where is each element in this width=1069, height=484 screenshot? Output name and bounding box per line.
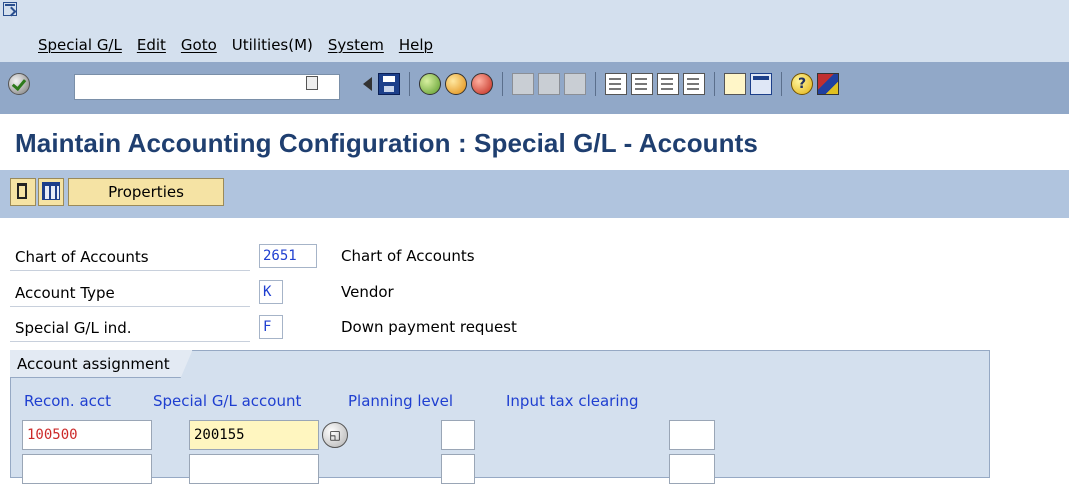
help-icon[interactable]: ? — [791, 73, 813, 95]
command-history-icon[interactable] — [306, 76, 318, 90]
previous-page-icon[interactable] — [631, 73, 653, 95]
find-next-icon[interactable] — [564, 73, 586, 95]
account-type-field[interactable]: K — [259, 280, 283, 304]
command-field-toggle-icon[interactable] — [363, 77, 372, 91]
system-menu-icon[interactable] — [3, 2, 17, 16]
menu-help[interactable]: Help — [399, 36, 433, 54]
chart-of-accounts-label: Chart of Accounts — [10, 243, 250, 271]
save-icon[interactable] — [378, 73, 400, 95]
chart-of-accounts-field[interactable]: 2651 — [259, 244, 317, 268]
menu-utilities[interactable]: Utilities(M) — [232, 36, 313, 54]
special-gl-account-field[interactable]: 200155 — [189, 420, 319, 450]
special-gl-account-field[interactable] — [189, 454, 319, 484]
toolbar-separator — [409, 72, 410, 96]
toolbar-separator — [714, 72, 715, 96]
column-planning-level: Planning level — [348, 392, 454, 410]
account-type-description: Vendor — [341, 283, 394, 301]
menu-bar: Special G/L Edit Goto Utilities(M) Syste… — [0, 0, 1069, 62]
application-toolbar: Properties — [0, 170, 1069, 218]
customize-layout-icon[interactable] — [817, 73, 839, 95]
page-title: Maintain Accounting Configuration : Spec… — [15, 128, 758, 158]
chart-of-accounts-description: Chart of Accounts — [341, 247, 475, 265]
exit-icon[interactable] — [445, 73, 467, 95]
special-gl-ind-label: Special G/L ind. — [10, 314, 250, 342]
toolbar-icons: ? — [357, 72, 843, 96]
cancel-icon[interactable] — [471, 73, 493, 95]
menu-system[interactable]: System — [328, 36, 384, 54]
planning-level-field[interactable] — [441, 420, 475, 450]
properties-button[interactable]: Properties — [68, 178, 224, 206]
menu-edit[interactable]: Edit — [137, 36, 166, 54]
account-type-label: Account Type — [10, 279, 250, 307]
recon-acct-field[interactable] — [22, 454, 152, 484]
standard-toolbar: ? — [0, 62, 1069, 114]
account-assignment-tab: Account assignment — [10, 350, 193, 378]
input-tax-clearing-field[interactable] — [669, 420, 715, 450]
first-page-icon[interactable] — [605, 73, 627, 95]
special-gl-ind-field[interactable]: F — [259, 315, 283, 339]
input-tax-clearing-field[interactable] — [669, 454, 715, 484]
toolbar-separator — [781, 72, 782, 96]
create-session-icon[interactable] — [724, 73, 746, 95]
find-icon[interactable] — [538, 73, 560, 95]
menu-items: Special G/L Edit Goto Utilities(M) Syste… — [38, 36, 448, 54]
table-view-icon[interactable] — [38, 178, 64, 206]
delete-icon[interactable] — [10, 178, 36, 206]
shortcut-icon[interactable] — [750, 73, 772, 95]
toolbar-separator — [595, 72, 596, 96]
recon-acct-field[interactable]: 100500 — [22, 420, 152, 450]
column-special-gl-account: Special G/L account — [153, 392, 302, 410]
column-recon-acct: Recon. acct — [24, 392, 112, 410]
print-icon[interactable] — [512, 73, 534, 95]
special-gl-ind-description: Down payment request — [341, 318, 517, 336]
enter-check-icon[interactable] — [8, 73, 30, 95]
next-page-icon[interactable] — [657, 73, 679, 95]
menu-special-gl[interactable]: Special G/L — [38, 36, 122, 54]
menu-goto[interactable]: Goto — [181, 36, 217, 54]
last-page-icon[interactable] — [683, 73, 705, 95]
planning-level-field[interactable] — [441, 454, 475, 484]
command-field[interactable] — [74, 74, 340, 100]
back-icon[interactable] — [419, 73, 441, 95]
value-help-icon[interactable]: ◱ — [322, 422, 348, 448]
column-input-tax-clearing: Input tax clearing — [506, 392, 639, 410]
toolbar-separator — [502, 72, 503, 96]
